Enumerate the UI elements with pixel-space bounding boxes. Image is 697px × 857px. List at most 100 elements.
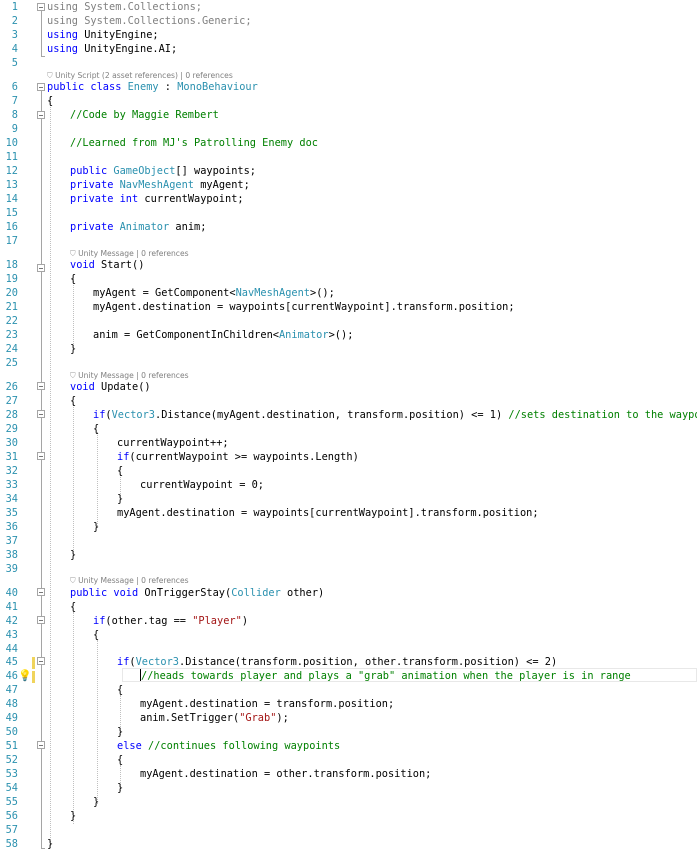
token: "Grab" — [239, 712, 277, 724]
line-number: 8 — [11, 109, 18, 121]
token: other) — [280, 587, 325, 599]
code-line[interactable]: myAgent.destination = transform.position… — [140, 697, 394, 711]
token: Update() — [94, 381, 151, 393]
line-number: 41 — [5, 601, 18, 613]
token: { — [117, 754, 124, 766]
code-line[interactable]: } — [117, 781, 123, 795]
code-line[interactable]: } — [117, 492, 123, 506]
code-line[interactable]: //Code by Maggie Rembert — [70, 108, 219, 122]
codelens-ontriggerstay[interactable]: ⛉ Unity Message | 0 references — [70, 576, 189, 586]
code-line[interactable]: { — [70, 600, 76, 614]
line-number: 26 — [5, 381, 18, 393]
code-line[interactable]: { — [70, 394, 76, 408]
token: Start() — [94, 259, 145, 271]
collapse-toggle-ontriggerstay[interactable] — [37, 588, 45, 596]
code-line[interactable]: myAgent.destination = waypoints[currentW… — [117, 506, 539, 520]
token: } — [93, 521, 100, 533]
collapse-toggle-if[interactable] — [37, 452, 45, 460]
code-line[interactable]: //heads towards player and plays a "grab… — [141, 669, 631, 683]
token: //heads towards player and plays a "grab… — [141, 670, 631, 682]
collapse-toggle-start[interactable] — [37, 264, 45, 272]
code-line[interactable]: private Animator anim; — [70, 220, 206, 234]
code-line[interactable]: { — [93, 628, 99, 642]
indent-guide — [97, 432, 98, 528]
unity-icon: ⛉ — [70, 249, 79, 258]
collapse-toggle-usings[interactable] — [37, 3, 45, 11]
code-line[interactable]: } — [47, 837, 53, 851]
code-line[interactable]: myAgent = GetComponent<NavMeshAgent>(); — [93, 286, 335, 300]
token: if — [93, 409, 106, 421]
code-line[interactable]: using System.Collections; — [47, 0, 202, 14]
collapse-toggle-update[interactable] — [37, 382, 45, 390]
line-number: 12 — [5, 165, 18, 177]
code-line[interactable]: void Start() — [70, 258, 144, 272]
collapse-toggle-comment[interactable] — [37, 111, 45, 119]
collapse-toggle-if[interactable] — [37, 410, 45, 418]
token: myAgent.destination = transform.position… — [140, 698, 395, 710]
indent-guide — [50, 96, 51, 848]
code-line[interactable]: anim.SetTrigger("Grab"); — [140, 711, 289, 725]
code-line[interactable]: public void OnTriggerStay(Collider other… — [70, 586, 324, 600]
line-number: 2 — [11, 15, 18, 27]
token: [] waypoints; — [175, 165, 256, 177]
code-line[interactable]: } — [70, 342, 76, 356]
collapse-toggle-if[interactable] — [37, 657, 45, 665]
line-number: 48 — [5, 698, 18, 710]
code-line[interactable]: if(other.tag == "Player") — [93, 614, 248, 628]
line-number: 13 — [5, 179, 18, 191]
line-number: 9 — [11, 123, 18, 135]
code-line[interactable]: if(Vector3.Distance(myAgent.destination,… — [93, 408, 697, 422]
token: Collider — [231, 587, 281, 599]
lightbulb-icon[interactable]: 💡 — [18, 670, 32, 682]
code-line[interactable]: else //continues following waypoints — [117, 739, 340, 753]
code-editor[interactable]: 1 2 3 4 5 6 7 8 9 10 11 12 13 14 15 16 17 18 19 20 21 22 23 24 2… — [0, 0, 697, 857]
code-line[interactable]: } — [93, 795, 99, 809]
token: { — [70, 273, 77, 285]
collapse-toggle-class[interactable] — [37, 83, 45, 91]
line-number: 18 — [5, 259, 18, 271]
line-number: 38 — [5, 549, 18, 561]
code-line[interactable]: } — [93, 520, 99, 534]
code-line[interactable]: } — [70, 809, 76, 823]
code-line[interactable]: using UnityEngine; — [47, 28, 159, 42]
code-line[interactable]: public GameObject[] waypoints; — [70, 164, 256, 178]
code-line[interactable]: { — [117, 683, 123, 697]
collapse-toggle-if[interactable] — [37, 616, 45, 624]
line-number: 56 — [5, 810, 18, 822]
token: NavMeshAgent — [235, 287, 310, 299]
token: anim = GetComponentInChildren< — [93, 329, 279, 341]
code-line[interactable]: myAgent.destination = waypoints[currentW… — [93, 300, 515, 314]
line-number: 24 — [5, 343, 18, 355]
code-line[interactable]: public class Enemy : MonoBehaviour — [47, 80, 258, 94]
code-line[interactable]: } — [70, 548, 76, 562]
collapse-toggle-else[interactable] — [37, 741, 45, 749]
code-line[interactable]: //Learned from MJ's Patrolling Enemy doc — [70, 136, 318, 150]
line-number: 39 — [5, 563, 18, 575]
code-line[interactable]: currentWaypoint = 0; — [140, 478, 264, 492]
token: myAgent; — [194, 179, 250, 191]
indent-guide — [97, 640, 98, 804]
token: Vector3 — [135, 656, 180, 668]
code-line[interactable]: { — [70, 272, 76, 286]
code-line[interactable]: } — [117, 725, 123, 739]
code-line[interactable]: myAgent.destination = other.transform.po… — [140, 767, 431, 781]
indent-guide — [73, 404, 74, 556]
code-line[interactable]: if(Vector3.Distance(transform.position, … — [117, 655, 557, 669]
code-line[interactable]: using UnityEngine.AI; — [47, 42, 177, 56]
code-line[interactable]: private int currentWaypoint; — [70, 192, 244, 206]
code-line[interactable]: using System.Collections.Generic; — [47, 14, 252, 28]
token: { — [117, 684, 124, 696]
token: .Distance(transform.position, other.tran… — [179, 656, 558, 668]
code-line[interactable]: { — [117, 753, 123, 767]
code-line[interactable]: { — [47, 94, 53, 108]
code-line[interactable]: currentWaypoint++; — [117, 436, 229, 450]
code-line[interactable]: void Update() — [70, 380, 151, 394]
code-line[interactable]: { — [93, 422, 99, 436]
code-line[interactable]: private NavMeshAgent myAgent; — [70, 178, 250, 192]
code-line[interactable]: { — [117, 464, 123, 478]
token: //Learned from MJ's Patrolling Enemy doc — [70, 137, 318, 149]
line-number: 37 — [5, 535, 18, 547]
line-number: 30 — [5, 437, 18, 449]
code-line[interactable]: anim = GetComponentInChildren<Animator>(… — [93, 328, 353, 342]
code-line[interactable]: if(currentWaypoint >= waypoints.Length) — [117, 450, 359, 464]
